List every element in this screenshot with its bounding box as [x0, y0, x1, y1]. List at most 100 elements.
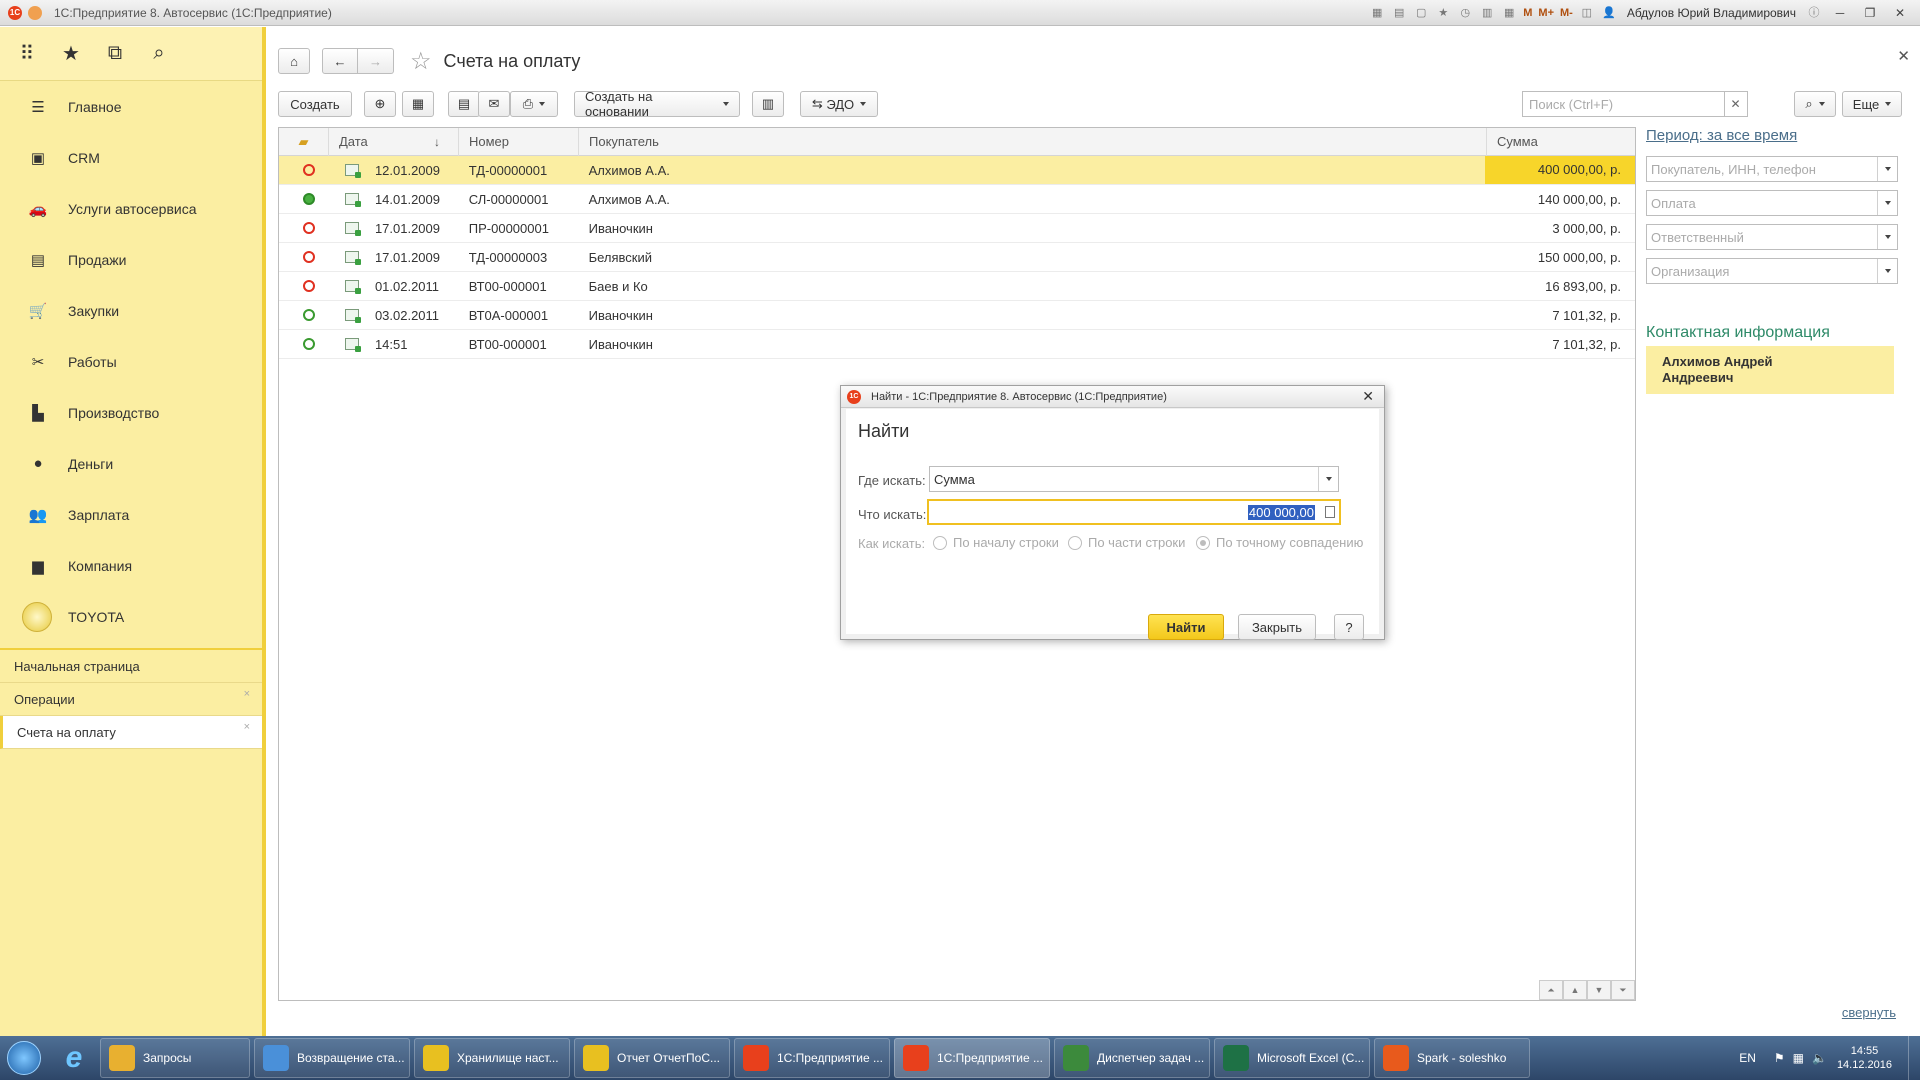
chevron-down-icon[interactable] — [1877, 259, 1897, 283]
info-icon[interactable]: ⓘ — [1806, 5, 1822, 21]
chevron-down-icon[interactable] — [1877, 191, 1897, 215]
find-button[interactable]: Найти — [1148, 614, 1224, 640]
docs-button[interactable]: ▤ — [448, 91, 480, 117]
table-row[interactable]: 03.02.2011 ВТ0А-000001 Иваночкин 7 101,32, … — [279, 301, 1635, 330]
current-user[interactable]: Абдулов Юрий Владимирович — [1627, 6, 1796, 20]
edo-button[interactable]: ⇆ ЭДО — [800, 91, 878, 117]
what-field[interactable]: 400 000,00 — [927, 499, 1341, 525]
memory-minus-button[interactable]: M- — [1560, 5, 1573, 21]
organization-filter-field[interactable]: Организация — [1646, 258, 1898, 284]
sidebar-item-works[interactable]: ✂ Работы — [0, 336, 262, 387]
close-button[interactable]: Закрыть — [1238, 614, 1316, 640]
open-tab-operations[interactable]: Операции × — [0, 683, 262, 716]
option-from-start[interactable]: По началу строки — [933, 535, 1059, 550]
period-link[interactable]: Период: за все время — [1646, 127, 1898, 149]
app-logo-icon[interactable]: 1С — [8, 5, 22, 20]
payment-filter-field[interactable]: Оплата — [1646, 190, 1898, 216]
sidebar-item-crm[interactable]: ▣ CRM — [0, 132, 262, 183]
document-icon[interactable]: ▢ — [1413, 5, 1429, 21]
help-button[interactable]: ? — [1334, 614, 1364, 640]
taskbar-item[interactable]: Диспетчер задач ... — [1054, 1038, 1210, 1078]
sidebar-item-main[interactable]: ☰ Главное — [0, 81, 262, 132]
favorites-icon[interactable]: ★ — [1435, 5, 1451, 21]
scroll-bottom-button[interactable]: ⏷ — [1611, 980, 1635, 1000]
edit-list-button[interactable]: ▦ — [402, 91, 434, 117]
email-button[interactable]: ✉ — [478, 91, 510, 117]
tray-volume-icon[interactable]: 🔈 — [1812, 1051, 1827, 1065]
option-partial[interactable]: По части строки — [1068, 535, 1185, 550]
sidebar-item-services[interactable]: 🚗 Услуги автосервиса — [0, 183, 262, 234]
home-button[interactable]: ⌂ — [278, 48, 310, 74]
taskbar-item[interactable]: Запросы — [100, 1038, 250, 1078]
more-button[interactable]: Еще — [1842, 91, 1902, 117]
status-column-header[interactable]: ▰ — [279, 128, 329, 156]
print-button[interactable]: ⎙ — [510, 91, 558, 117]
table-row[interactable]: 01.02.2011 ВТ00-000001 Баев и Ко 16 893,00,… — [279, 272, 1635, 301]
search-icon[interactable]: ⌕ — [148, 42, 170, 65]
tray-flag-icon[interactable]: ⚑ — [1774, 1051, 1785, 1065]
clear-search-icon[interactable]: ✕ — [1724, 92, 1746, 116]
sum-column-header[interactable]: Сумма — [1487, 128, 1635, 156]
panels-icon[interactable]: ◫ — [1579, 5, 1595, 21]
table-row[interactable]: 17.01.2009 ТД-00000003 Белявский 150 000,00… — [279, 243, 1635, 272]
scroll-top-button[interactable]: ⏶ — [1539, 980, 1563, 1000]
grid-menu-icon[interactable]: ⠿ — [16, 41, 38, 66]
copy-button[interactable]: ⊕ — [364, 91, 396, 117]
taskbar-item[interactable]: Spark - soleshko — [1374, 1038, 1530, 1078]
option-exact[interactable]: По точному совпадению — [1196, 535, 1363, 550]
taskbar-item[interactable]: 1С:Предприятие ... — [894, 1038, 1050, 1078]
sidebar-item-company[interactable]: ▆ Компания — [0, 540, 262, 591]
taskbar-item[interactable]: 1С:Предприятие ... — [734, 1038, 890, 1078]
table-row[interactable]: 14:51 ВТ00-000001 Иваночкин 7 101,32, р. — [279, 330, 1635, 359]
scroll-up-button[interactable]: ▲ — [1563, 980, 1587, 1000]
buyer-filter-field[interactable]: Покупатель, ИНН, телефон — [1646, 156, 1898, 182]
chevron-down-icon[interactable] — [1877, 225, 1897, 249]
language-indicator[interactable]: EN — [1739, 1051, 1756, 1065]
table-row[interactable]: 14.01.2009 СЛ-00000001 Алхимов А.А. 140 000… — [279, 185, 1635, 214]
create-button[interactable]: Создать — [278, 91, 352, 117]
sidebar-item-production[interactable]: ▙ Производство — [0, 387, 262, 438]
back-button[interactable]: ← — [322, 48, 358, 74]
table-row[interactable]: 12.01.2009 ТД-00000001 Алхимов А.А. 400 000… — [279, 156, 1635, 185]
dialog-close-icon[interactable]: ✕ — [1362, 388, 1374, 405]
minimize-button[interactable]: ─ — [1828, 4, 1852, 22]
star-icon[interactable]: ★ — [60, 41, 82, 66]
tray-network-icon[interactable]: ▦ — [1793, 1051, 1804, 1065]
save-icon[interactable]: ▦ — [1369, 5, 1385, 21]
calculator-icon[interactable] — [1325, 506, 1335, 518]
taskbar-item[interactable]: Хранилище наст... — [414, 1038, 570, 1078]
chevron-down-icon[interactable] — [1318, 467, 1338, 491]
close-tab-icon[interactable]: × — [244, 721, 250, 733]
where-field[interactable]: Сумма — [929, 466, 1339, 492]
calculator-icon[interactable]: ▦ — [1501, 5, 1517, 21]
table-row[interactable]: 17.01.2009 ПР-00000001 Иваночкин 3 000,00, … — [279, 214, 1635, 243]
taskbar-item[interactable]: Microsoft Excel (С... — [1214, 1038, 1370, 1078]
sidebar-item-purchases[interactable]: 🛒 Закупки — [0, 285, 262, 336]
open-tab-home[interactable]: Начальная страница — [0, 650, 262, 683]
start-button[interactable] — [0, 1036, 48, 1080]
create-based-on-button[interactable]: Создать на основании — [574, 89, 740, 119]
scroll-down-button[interactable]: ▼ — [1587, 980, 1611, 1000]
clock[interactable]: 14:55 14.12.2016 — [1837, 1044, 1892, 1072]
taskbar-item[interactable]: Отчет ОтчетПоС... — [574, 1038, 730, 1078]
sidebar-item-salary[interactable]: 👥 Зарплата — [0, 489, 262, 540]
history-icon[interactable]: ⧉ — [104, 42, 126, 65]
memory-m-button[interactable]: M — [1523, 5, 1532, 21]
restore-button[interactable]: ❐ — [1858, 4, 1882, 22]
open-tab-invoices[interactable]: Счета на оплату × — [0, 716, 262, 749]
favorite-star-icon[interactable]: ☆ — [410, 47, 432, 76]
main-menu-icon[interactable] — [28, 5, 42, 20]
close-tab-icon[interactable]: × — [244, 688, 250, 700]
calendar-icon[interactable]: ▥ — [1479, 5, 1495, 21]
search-button[interactable]: ⌕ — [1794, 91, 1836, 117]
memory-plus-button[interactable]: M+ — [1538, 5, 1554, 21]
buyer-column-header[interactable]: Покупатель — [579, 128, 1487, 156]
close-form-icon[interactable]: ✕ — [1897, 47, 1910, 65]
ie-pinned[interactable]: e — [48, 1038, 100, 1078]
sidebar-item-sales[interactable]: ▤ Продажи — [0, 234, 262, 285]
close-window-button[interactable]: ✕ — [1888, 4, 1912, 22]
search-input[interactable]: Поиск (Ctrl+F) — [1522, 91, 1748, 117]
sidebar-item-toyota[interactable]: TOYOTA — [0, 591, 262, 642]
sidebar-item-money[interactable]: ● Деньги — [0, 438, 262, 489]
number-column-header[interactable]: Номер — [459, 128, 579, 156]
